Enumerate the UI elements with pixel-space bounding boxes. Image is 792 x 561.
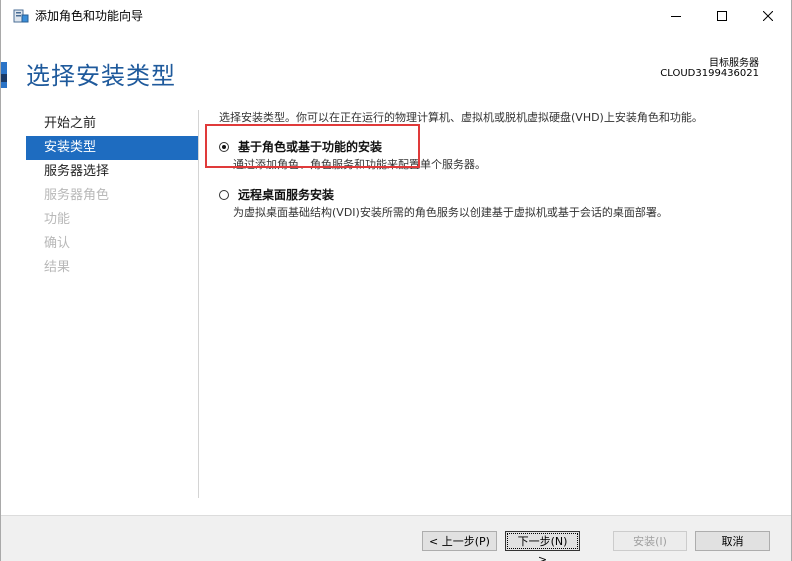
- close-icon: [763, 11, 773, 21]
- option-remote-desktop-label[interactable]: 远程桌面服务安装: [238, 188, 334, 203]
- target-server-name: CLOUD3199436021: [660, 68, 759, 79]
- nav-step-results: 结果: [44, 260, 71, 275]
- intro-text: 选择安装类型。你可以在正在运行的物理计算机、虚拟机或脱机虚拟硬盘(VHD)上安装…: [219, 111, 703, 124]
- option-role-based-label[interactable]: 基于角色或基于功能的安装: [238, 140, 382, 155]
- option-role-based[interactable]: 基于角色或基于功能的安装 通过添加角色、角色服务和功能来配置单个服务器。: [219, 140, 759, 176]
- wizard-window: 添加角色和功能向导 选择安装类型 目标服务器 CLOUD3199436021 开…: [0, 0, 792, 561]
- option-role-based-description: 通过添加角色、角色服务和功能来配置单个服务器。: [233, 158, 486, 171]
- wizard-steps-nav: 开始之前 安装类型 服务器选择 服务器角色 功能 确认 结果: [26, 112, 198, 280]
- page-title: 选择安装类型: [26, 62, 176, 90]
- background-window-edge-dark: [1, 74, 7, 82]
- window-title: 添加角色和功能向导: [35, 9, 144, 23]
- option-remote-desktop-description: 为虚拟桌面基础结构(VDI)安装所需的角色服务以创建基于虚拟机或基于会话的桌面部…: [233, 206, 668, 219]
- title-bar[interactable]: 添加角色和功能向导: [1, 0, 791, 32]
- next-button[interactable]: 下一步(N) >: [505, 531, 580, 561]
- nav-step-confirmation: 确认: [44, 236, 71, 251]
- minimize-button[interactable]: [653, 0, 699, 32]
- nav-step-server-roles: 服务器角色: [44, 188, 110, 203]
- cancel-button[interactable]: 取消: [695, 531, 770, 551]
- maximize-button[interactable]: [699, 0, 745, 32]
- nav-step-server-selection[interactable]: 服务器选择: [26, 160, 198, 184]
- nav-step-installation-type[interactable]: 安装类型: [26, 136, 198, 160]
- maximize-icon: [717, 11, 727, 21]
- minimize-icon: [671, 16, 681, 17]
- close-button[interactable]: [745, 0, 791, 32]
- radio-remote-desktop[interactable]: [219, 190, 229, 200]
- option-remote-desktop[interactable]: 远程桌面服务安装 为虚拟桌面基础结构(VDI)安装所需的角色服务以创建基于虚拟机…: [219, 188, 759, 224]
- content-pane: 选择安装类型。你可以在正在运行的物理计算机、虚拟机或脱机虚拟硬盘(VHD)上安装…: [219, 110, 779, 219]
- previous-button[interactable]: < 上一步(P): [422, 531, 497, 551]
- target-server-label: 目标服务器: [709, 58, 759, 69]
- nav-step-features: 功能: [44, 212, 71, 227]
- wizard-footer: < 上一步(P) 下一步(N) > 安装(I) 取消: [1, 515, 791, 561]
- install-button: 安装(I): [613, 531, 687, 551]
- nav-step-before-you-begin[interactable]: 开始之前: [26, 112, 198, 136]
- server-manager-icon: [13, 9, 29, 23]
- wizard-header: 选择安装类型 目标服务器 CLOUD3199436021: [1, 32, 791, 108]
- radio-role-based[interactable]: [219, 142, 229, 152]
- nav-divider: [198, 110, 199, 498]
